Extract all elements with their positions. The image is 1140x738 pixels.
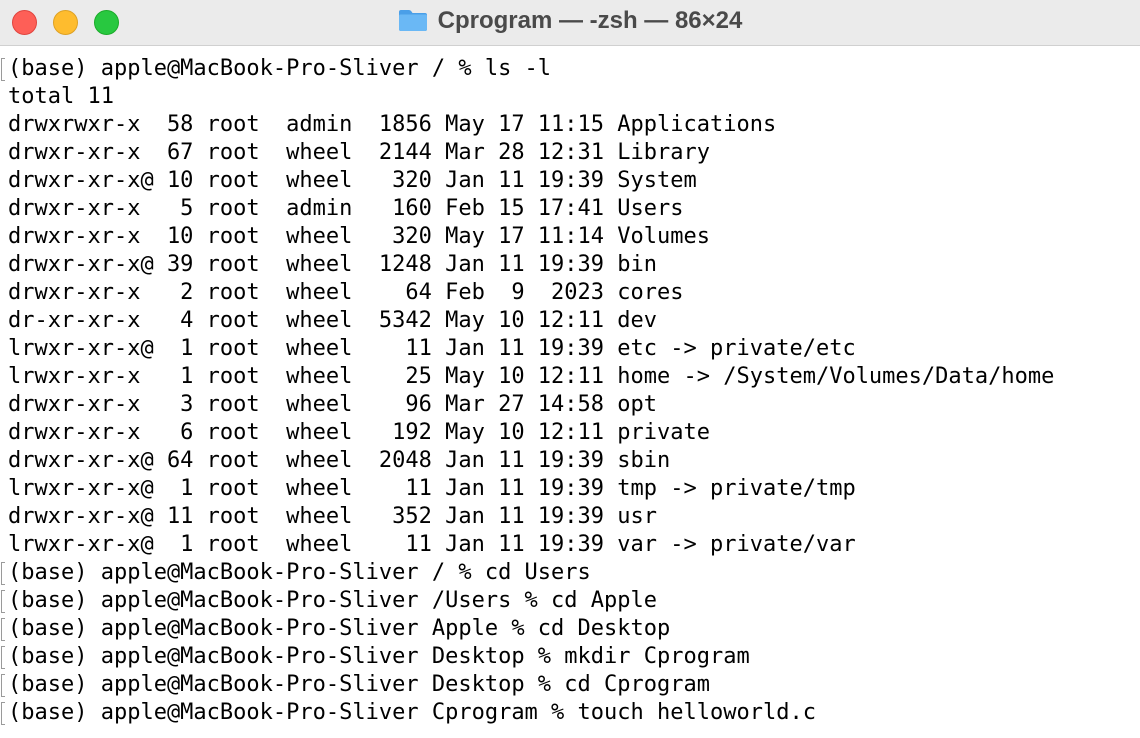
window-title-group: Cprogram — -zsh — 86×24 [0, 0, 1140, 46]
terminal-output[interactable]: (base) apple@MacBook-Pro-Sliver / % ls -… [0, 47, 1140, 738]
output-line: lrwxr-xr-x@ 1 root wheel 11 Jan 11 19:39… [8, 475, 1140, 503]
output-text: drwxr-xr-x@ 39 root wheel 1248 Jan 11 19… [8, 252, 658, 277]
close-button[interactable] [12, 10, 37, 35]
prompt-line: (base) apple@MacBook-Pro-Sliver Desktop … [1, 643, 1140, 671]
output-line: drwxr-xr-x@ 64 root wheel 2048 Jan 11 19… [8, 447, 1140, 475]
title-bar[interactable]: Cprogram — -zsh — 86×24 [0, 0, 1140, 46]
command-text: (base) apple@MacBook-Pro-Sliver Cprogram… [8, 700, 816, 725]
output-line: drwxrwxr-x 58 root admin 1856 May 17 11:… [8, 111, 1140, 139]
output-line: drwxr-xr-x 2 root wheel 64 Feb 9 2023 co… [8, 279, 1140, 307]
command-text: (base) apple@MacBook-Pro-Sliver Desktop … [8, 672, 710, 697]
output-text: drwxrwxr-x 58 root admin 1856 May 17 11:… [8, 112, 777, 137]
output-text: drwxr-xr-x 10 root wheel 320 May 17 11:1… [8, 224, 710, 249]
window-title: Cprogram — -zsh — 86×24 [437, 7, 743, 34]
folder-icon [398, 8, 428, 32]
command-mark-icon [1, 618, 5, 641]
command-text: (base) apple@MacBook-Pro-Sliver Desktop … [8, 644, 750, 669]
output-line: drwxr-xr-x 67 root wheel 2144 Mar 28 12:… [8, 139, 1140, 167]
minimize-button[interactable] [53, 10, 78, 35]
prompt-line: (base) apple@MacBook-Pro-Sliver Desktop … [1, 671, 1140, 699]
output-line: total 11 [8, 83, 1140, 111]
output-line: lrwxr-xr-x@ 1 root wheel 11 Jan 11 19:39… [8, 531, 1140, 559]
output-line: lrwxr-xr-x@ 1 root wheel 11 Jan 11 19:39… [8, 335, 1140, 363]
output-text: lrwxr-xr-x 1 root wheel 25 May 10 12:11 … [8, 364, 1055, 389]
output-text: drwxr-xr-x 5 root admin 160 Feb 15 17:41… [8, 196, 684, 221]
output-text: drwxr-xr-x 6 root wheel 192 May 10 12:11… [8, 420, 710, 445]
output-text: total 11 [8, 84, 114, 109]
output-line: drwxr-xr-x@ 11 root wheel 352 Jan 11 19:… [8, 503, 1140, 531]
command-mark-icon [1, 590, 5, 613]
command-text: (base) apple@MacBook-Pro-Sliver / % cd U… [8, 560, 591, 585]
command-mark-icon [1, 562, 5, 585]
zoom-button[interactable] [94, 10, 119, 35]
command-text: (base) apple@MacBook-Pro-Sliver / % ls -… [8, 56, 552, 81]
output-line: drwxr-xr-x 10 root wheel 320 May 17 11:1… [8, 223, 1140, 251]
prompt-line: (base) apple@MacBook-Pro-Sliver / % cd U… [1, 559, 1140, 587]
output-text: dr-xr-xr-x 4 root wheel 5342 May 10 12:1… [8, 308, 658, 333]
output-line: drwxr-xr-x@ 10 root wheel 320 Jan 11 19:… [8, 167, 1140, 195]
output-text: drwxr-xr-x@ 10 root wheel 320 Jan 11 19:… [8, 168, 697, 193]
prompt-line: (base) apple@MacBook-Pro-Sliver Apple % … [1, 615, 1140, 643]
output-text: lrwxr-xr-x@ 1 root wheel 11 Jan 11 19:39… [8, 476, 856, 501]
output-line: drwxr-xr-x 6 root wheel 192 May 10 12:11… [8, 419, 1140, 447]
command-mark-icon [1, 58, 5, 81]
output-text: drwxr-xr-x 2 root wheel 64 Feb 9 2023 co… [8, 280, 684, 305]
output-text: drwxr-xr-x@ 11 root wheel 352 Jan 11 19:… [8, 504, 658, 529]
output-line: drwxr-xr-x 3 root wheel 96 Mar 27 14:58 … [8, 391, 1140, 419]
command-mark-icon [1, 702, 5, 725]
output-text: lrwxr-xr-x@ 1 root wheel 11 Jan 11 19:39… [8, 532, 856, 557]
command-mark-icon [1, 674, 5, 697]
output-line: lrwxr-xr-x 1 root wheel 25 May 10 12:11 … [8, 363, 1140, 391]
output-line: dr-xr-xr-x 4 root wheel 5342 May 10 12:1… [8, 307, 1140, 335]
prompt-line: (base) apple@MacBook-Pro-Sliver / % ls -… [1, 55, 1140, 83]
output-text: drwxr-xr-x@ 64 root wheel 2048 Jan 11 19… [8, 448, 671, 473]
terminal-window: Cprogram — -zsh — 86×24 (base) apple@Mac… [0, 0, 1140, 738]
command-text: (base) apple@MacBook-Pro-Sliver /Users %… [8, 588, 658, 613]
command-text: (base) apple@MacBook-Pro-Sliver Apple % … [8, 616, 671, 641]
output-line: drwxr-xr-x@ 39 root wheel 1248 Jan 11 19… [8, 251, 1140, 279]
output-text: drwxr-xr-x 67 root wheel 2144 Mar 28 12:… [8, 140, 710, 165]
prompt-line: (base) apple@MacBook-Pro-Sliver /Users %… [1, 587, 1140, 615]
prompt-line: (base) apple@MacBook-Pro-Sliver Cprogram… [1, 699, 1140, 727]
output-text: lrwxr-xr-x@ 1 root wheel 11 Jan 11 19:39… [8, 336, 856, 361]
output-text: drwxr-xr-x 3 root wheel 96 Mar 27 14:58 … [8, 392, 658, 417]
output-line: drwxr-xr-x 5 root admin 160 Feb 15 17:41… [8, 195, 1140, 223]
command-mark-icon [1, 646, 5, 669]
